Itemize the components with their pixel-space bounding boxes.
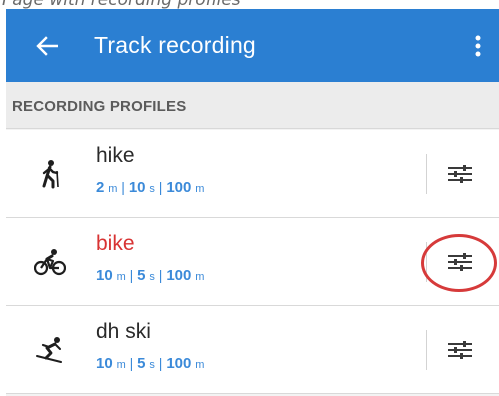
time-value: 5 (137, 355, 146, 372)
accuracy-unit: m (195, 359, 205, 371)
separator: | (158, 267, 163, 283)
distance-unit: m (116, 359, 126, 371)
caption: Page with recording profiles (0, 0, 499, 9)
profile-name: hike (96, 144, 135, 167)
skiing-icon (34, 334, 66, 366)
profile-params: 10 m | 5 s | 100 m (96, 267, 204, 284)
app-screen: Track recording RECORDING PROFILES hike … (6, 9, 499, 396)
time-unit: s (149, 359, 155, 371)
profiles-list: hike 2 m | 10 s | 100 m bike 10 m | 5 s … (6, 130, 499, 394)
row-divider (426, 154, 427, 194)
separator: | (129, 267, 134, 283)
accuracy-value: 100 (166, 267, 192, 284)
tune-icon (448, 341, 472, 359)
profile-params: 10 m | 5 s | 100 m (96, 355, 204, 372)
distance-value: 2 (96, 179, 105, 196)
accuracy-unit: m (195, 183, 205, 195)
profile-row-dh-ski[interactable]: dh ski 10 m | 5 s | 100 m (6, 306, 499, 394)
tune-icon (448, 165, 472, 183)
arrow-left-icon (36, 36, 58, 56)
distance-value: 10 (96, 267, 113, 284)
hiking-icon (34, 158, 66, 190)
distance-value: 10 (96, 355, 113, 372)
caption-text: Page with recording profiles (2, 0, 241, 9)
page-title: Track recording (94, 32, 256, 58)
highlight-ring (421, 234, 497, 292)
profile-row-bike[interactable]: bike 10 m | 5 s | 100 m (6, 218, 499, 306)
time-unit: s (149, 183, 155, 195)
profile-row-hike[interactable]: hike 2 m | 10 s | 100 m (6, 130, 499, 218)
profile-settings-button-dh-ski[interactable] (442, 332, 478, 368)
section-header: RECORDING PROFILES (6, 82, 499, 129)
separator: | (158, 355, 163, 371)
more-vert-icon (475, 35, 481, 57)
time-value: 10 (128, 179, 146, 196)
section-title: RECORDING PROFILES (12, 98, 187, 115)
separator: | (129, 355, 134, 371)
profile-name: dh ski (96, 320, 151, 343)
overflow-menu-button[interactable] (466, 29, 490, 63)
accuracy-value: 100 (166, 179, 192, 196)
profile-params: 2 m | 10 s | 100 m (96, 179, 204, 196)
time-value: 5 (137, 267, 146, 284)
distance-unit: m (116, 271, 126, 283)
profile-settings-button-hike[interactable] (442, 156, 478, 192)
app-bar: Track recording (6, 9, 499, 82)
caption-shade (330, 0, 499, 9)
time-unit: s (149, 271, 155, 283)
back-button[interactable] (32, 31, 62, 61)
separator: | (158, 179, 163, 195)
accuracy-value: 100 (166, 355, 192, 372)
cycling-icon (34, 246, 66, 278)
row-divider (426, 330, 427, 370)
separator: | (121, 179, 125, 195)
accuracy-unit: m (195, 271, 205, 283)
profile-name: bike (96, 232, 135, 255)
distance-unit: m (108, 183, 118, 195)
